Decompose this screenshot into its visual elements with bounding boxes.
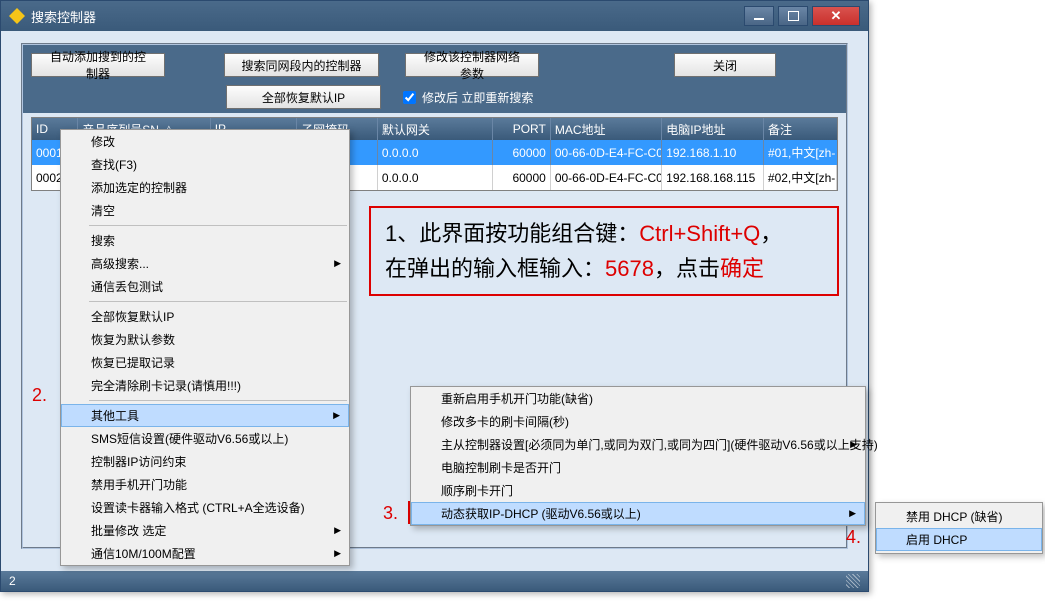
submenu1-item[interactable]: 动态获取IP-DHCP (驱动V6.56或以上) (411, 502, 865, 525)
research-checkbox-text: 修改后 立即重新搜索 (422, 89, 533, 106)
context-menu-item[interactable]: 高级搜索... (61, 252, 349, 275)
annotation-step3: 3. (383, 503, 398, 524)
submenu1-item[interactable]: 修改多卡的刷卡间隔(秒) (411, 410, 865, 433)
col-mac[interactable]: MAC地址 (551, 118, 662, 140)
context-menu-item[interactable]: SMS短信设置(硬件驱动V6.56或以上) (61, 427, 349, 450)
col-port[interactable]: PORT (493, 118, 551, 140)
toolbar-row-2: 全部恢复默认IP 修改后 立即重新搜索 (226, 85, 838, 109)
context-menu-item[interactable]: 通信10M/100M配置 (61, 542, 349, 565)
close-button[interactable]: 关闭 (674, 53, 776, 77)
submenu-other-tools[interactable]: 重新启用手机开门功能(缺省)修改多卡的刷卡间隔(秒)主从控制器设置[必须同为单门… (410, 386, 866, 526)
context-menu-item[interactable]: 批量修改 选定 (61, 519, 349, 542)
statusbar: 2 (1, 571, 868, 591)
context-menu-item[interactable]: 完全清除刷卡记录(请慎用!!!) (61, 374, 349, 397)
context-menu-item[interactable]: 恢复已提取记录 (61, 351, 349, 374)
submenu1-item[interactable]: 电脑控制刷卡是否开门 (411, 456, 865, 479)
context-menu-item[interactable]: 恢复为默认参数 (61, 328, 349, 351)
context-menu-item[interactable]: 通信丢包测试 (61, 275, 349, 298)
submenu1-item[interactable]: 主从控制器设置[必须同为单门,或同为双门,或同为四门](硬件驱动V6.56或以上… (411, 433, 865, 456)
context-menu[interactable]: 修改查找(F3)添加选定的控制器清空搜索高级搜索...通信丢包测试全部恢复默认I… (60, 129, 350, 566)
col-gw[interactable]: 默认网关 (378, 118, 493, 140)
research-checkbox-label[interactable]: 修改后 立即重新搜索 (403, 89, 533, 106)
context-menu-item[interactable]: 查找(F3) (61, 153, 349, 176)
context-menu-item[interactable]: 添加选定的控制器 (61, 176, 349, 199)
status-text: 2 (9, 574, 16, 588)
context-menu-item[interactable]: 修改 (61, 130, 349, 153)
auto-add-button[interactable]: 自动添加搜到的控制器 (31, 53, 165, 77)
context-menu-item[interactable]: 其他工具 (61, 404, 349, 427)
annotation-step2: 2. (32, 385, 47, 406)
window-title: 搜索控制器 (31, 7, 744, 26)
context-menu-item[interactable]: 设置读卡器输入格式 (CTRL+A全选设备) (61, 496, 349, 519)
research-checkbox[interactable] (403, 91, 416, 104)
col-pcip[interactable]: 电脑IP地址 (662, 118, 764, 140)
close-window-button[interactable] (812, 6, 860, 26)
minimize-button[interactable] (744, 6, 774, 26)
submenu-dhcp[interactable]: 禁用 DHCP (缺省)启用 DHCP (875, 502, 1043, 554)
maximize-button[interactable] (778, 6, 808, 26)
window-controls (744, 6, 860, 26)
restore-ip-button[interactable]: 全部恢复默认IP (226, 85, 381, 109)
modify-net-button[interactable]: 修改该控制器网络参数 (405, 53, 539, 77)
submenu1-item[interactable]: 顺序刷卡开门 (411, 479, 865, 502)
annotation-step4: 4. (846, 527, 861, 548)
app-icon (9, 8, 25, 24)
search-net-button[interactable]: 搜索同网段内的控制器 (224, 53, 379, 77)
submenu2-item[interactable]: 启用 DHCP (876, 528, 1042, 551)
context-menu-item[interactable]: 清空 (61, 199, 349, 222)
titlebar[interactable]: 搜索控制器 (1, 1, 868, 31)
resize-grip-icon[interactable] (846, 574, 860, 588)
context-menu-item[interactable]: 全部恢复默认IP (61, 305, 349, 328)
context-menu-item[interactable]: 控制器IP访问约束 (61, 450, 349, 473)
col-remark[interactable]: 备注 (764, 118, 837, 140)
submenu1-item[interactable]: 重新启用手机开门功能(缺省) (411, 387, 865, 410)
context-menu-item[interactable]: 搜索 (61, 229, 349, 252)
context-menu-item[interactable]: 禁用手机开门功能 (61, 473, 349, 496)
toolbar-row-1: 自动添加搜到的控制器 搜索同网段内的控制器 修改该控制器网络参数 关闭 (31, 53, 838, 77)
submenu2-item[interactable]: 禁用 DHCP (缺省) (876, 505, 1042, 528)
annotation-instruction: 1、此界面按功能组合键：Ctrl+Shift+Q， 在弹出的输入框输入：5678… (369, 206, 839, 296)
